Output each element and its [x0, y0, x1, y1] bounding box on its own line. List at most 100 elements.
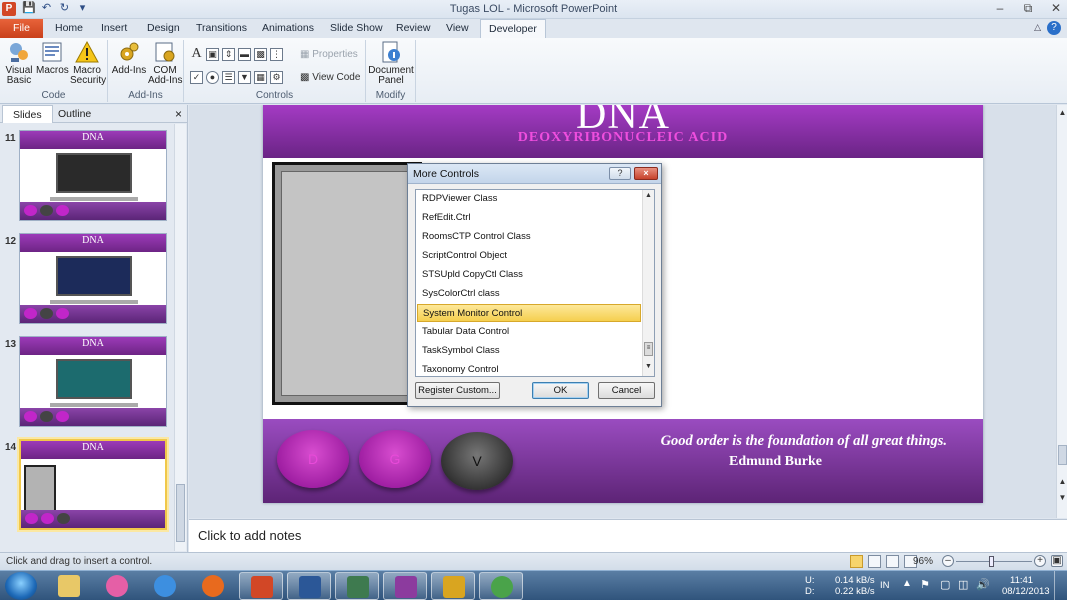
- notes-pane[interactable]: Click to add notes: [189, 519, 1067, 552]
- com-add-ins-button[interactable]: COM Add-Ins: [148, 40, 182, 86]
- controls-listbox[interactable]: RDPViewer Class RefEdit.Ctrl RoomsCTP Co…: [415, 189, 655, 377]
- list-item[interactable]: ScriptControl Object: [417, 247, 641, 265]
- scroll-up-icon[interactable]: ▲: [643, 192, 654, 203]
- slide-quote[interactable]: Good order is the foundation of all grea…: [661, 433, 947, 450]
- slide-thumbnail[interactable]: DNA: [19, 233, 167, 324]
- list-item-selected[interactable]: System Monitor Control: [417, 304, 641, 322]
- more-controls-icon[interactable]: ⋮: [270, 48, 283, 61]
- taskbar-word[interactable]: [287, 572, 331, 600]
- slide-sorter-view-icon[interactable]: [868, 555, 881, 568]
- option-button-icon[interactable]: ●: [206, 71, 219, 84]
- clock-date[interactable]: 08/12/2013: [1002, 586, 1050, 597]
- scrollbar-thumb[interactable]: [1058, 445, 1067, 465]
- notes-placeholder[interactable]: Click to add notes: [198, 528, 301, 543]
- button-v[interactable]: V: [441, 432, 513, 490]
- image-control-icon[interactable]: ▣: [206, 48, 219, 61]
- tab-slide-show[interactable]: Slide Show: [322, 19, 391, 38]
- cancel-button[interactable]: Cancel: [598, 382, 655, 399]
- slide-thumbnail-selected[interactable]: DNA: [19, 439, 167, 530]
- tab-home[interactable]: Home: [47, 19, 91, 38]
- taskbar-sticky-tool[interactable]: [431, 572, 475, 600]
- macros-button[interactable]: Macros: [36, 40, 69, 76]
- button-g[interactable]: G: [359, 430, 431, 488]
- minimize-ribbon-icon[interactable]: △: [1034, 22, 1041, 33]
- close-icon[interactable]: ✕: [1049, 1, 1063, 16]
- language-indicator[interactable]: IN: [880, 580, 890, 591]
- taskbar-osu[interactable]: [95, 572, 139, 600]
- help-icon[interactable]: ?: [1047, 21, 1061, 35]
- taskbar-explorer[interactable]: [47, 572, 91, 600]
- vertical-scrollbar[interactable]: ▲ ▲ ▼: [1056, 105, 1067, 518]
- power-icon[interactable]: ◫: [958, 578, 968, 591]
- clock-time[interactable]: 11:41: [1010, 575, 1033, 586]
- slide-thumbnail[interactable]: DNA: [19, 336, 167, 427]
- zoom-in-icon[interactable]: +: [1034, 555, 1046, 567]
- close-pane-icon[interactable]: ×: [171, 105, 186, 123]
- tab-file[interactable]: File: [0, 19, 43, 38]
- slide-thumbnail[interactable]: DNA: [19, 130, 167, 221]
- slide-author[interactable]: Edmund Burke: [729, 454, 822, 470]
- properties-button[interactable]: ▦ Properties: [300, 49, 358, 60]
- zoom-slider[interactable]: [956, 561, 1032, 562]
- tab-design[interactable]: Design: [139, 19, 188, 38]
- checkbox-icon[interactable]: ✓: [190, 71, 203, 84]
- start-button-icon[interactable]: [5, 572, 37, 600]
- slide-subtitle[interactable]: DEOXYRIBONUCLEIC ACID: [263, 130, 983, 146]
- visual-basic-button[interactable]: Visual Basic: [3, 40, 35, 86]
- list-item[interactable]: SysColorCtrl class: [417, 285, 641, 303]
- zoom-slider-knob[interactable]: [989, 556, 994, 567]
- previous-slide-icon[interactable]: ▲: [1058, 477, 1067, 486]
- scroll-down-icon[interactable]: ▼: [643, 363, 654, 374]
- tab-outline[interactable]: Outline: [48, 105, 101, 123]
- toggle-button-icon[interactable]: ▦: [254, 71, 267, 84]
- minimize-icon[interactable]: –: [993, 1, 1007, 16]
- network-icon[interactable]: ▢: [940, 578, 950, 591]
- tab-animations[interactable]: Animations: [254, 19, 322, 38]
- zoom-level[interactable]: 96%: [913, 556, 933, 567]
- tab-review[interactable]: Review: [388, 19, 438, 38]
- list-item[interactable]: Taxonomy Control: [417, 361, 641, 376]
- tools-icon[interactable]: ⚙: [270, 71, 283, 84]
- list-item[interactable]: Tabular Data Control: [417, 323, 641, 341]
- show-hidden-icons[interactable]: ▲: [902, 578, 912, 589]
- document-panel-button[interactable]: Document Panel: [368, 40, 414, 86]
- taskbar-globe-app[interactable]: [479, 572, 523, 600]
- listbox-icon[interactable]: ☰: [222, 71, 235, 84]
- tab-insert[interactable]: Insert: [93, 19, 135, 38]
- scrollbar-icon[interactable]: ▬: [238, 48, 251, 61]
- taskbar-firefox[interactable]: [191, 572, 235, 600]
- next-slide-icon[interactable]: ▼: [1058, 493, 1067, 502]
- dialog-title-bar[interactable]: More Controls ? ×: [408, 164, 661, 184]
- list-item[interactable]: RDPViewer Class: [417, 190, 641, 208]
- list-item[interactable]: TaskSymbol Class: [417, 342, 641, 360]
- taskbar-powerpoint[interactable]: [239, 572, 283, 600]
- list-item[interactable]: RefEdit.Ctrl: [417, 209, 641, 227]
- add-ins-button[interactable]: Add-Ins: [111, 40, 147, 76]
- list-item[interactable]: RoomsCTP Control Class: [417, 228, 641, 246]
- taskbar-presentation-viewer[interactable]: [335, 572, 379, 600]
- volume-icon[interactable]: 🔊: [976, 578, 990, 591]
- spin-button-icon[interactable]: ⇕: [222, 48, 235, 61]
- image-control-placeholder[interactable]: [272, 162, 422, 405]
- view-code-button[interactable]: ▩ View Code: [300, 72, 360, 83]
- tab-slides[interactable]: Slides: [2, 105, 53, 123]
- ok-button[interactable]: OK: [532, 382, 589, 399]
- fit-slide-icon[interactable]: ▣: [1051, 555, 1063, 567]
- scrollbar-thumb[interactable]: ≡: [644, 342, 653, 356]
- tab-transitions[interactable]: Transitions: [188, 19, 255, 38]
- register-custom-button[interactable]: Register Custom...: [415, 382, 500, 399]
- action-center-icon[interactable]: ⚑: [920, 578, 930, 591]
- zoom-out-icon[interactable]: –: [942, 555, 954, 567]
- macro-security-button[interactable]: Macro Security: [70, 40, 106, 86]
- dialog-help-button[interactable]: ?: [609, 167, 631, 180]
- show-desktop-button[interactable]: [1054, 571, 1067, 600]
- listbox-scrollbar[interactable]: ▲ ≡ ▼: [642, 190, 654, 376]
- picture-icon[interactable]: ▩: [254, 48, 267, 61]
- scrollbar-thumb[interactable]: [176, 484, 185, 542]
- taskbar-paint-tool[interactable]: [383, 572, 427, 600]
- taskbar-internet-explorer[interactable]: [143, 572, 187, 600]
- dialog-close-button[interactable]: ×: [634, 167, 658, 180]
- reading-view-icon[interactable]: [886, 555, 899, 568]
- button-d[interactable]: D: [277, 430, 349, 488]
- scroll-up-icon[interactable]: ▲: [1058, 108, 1067, 117]
